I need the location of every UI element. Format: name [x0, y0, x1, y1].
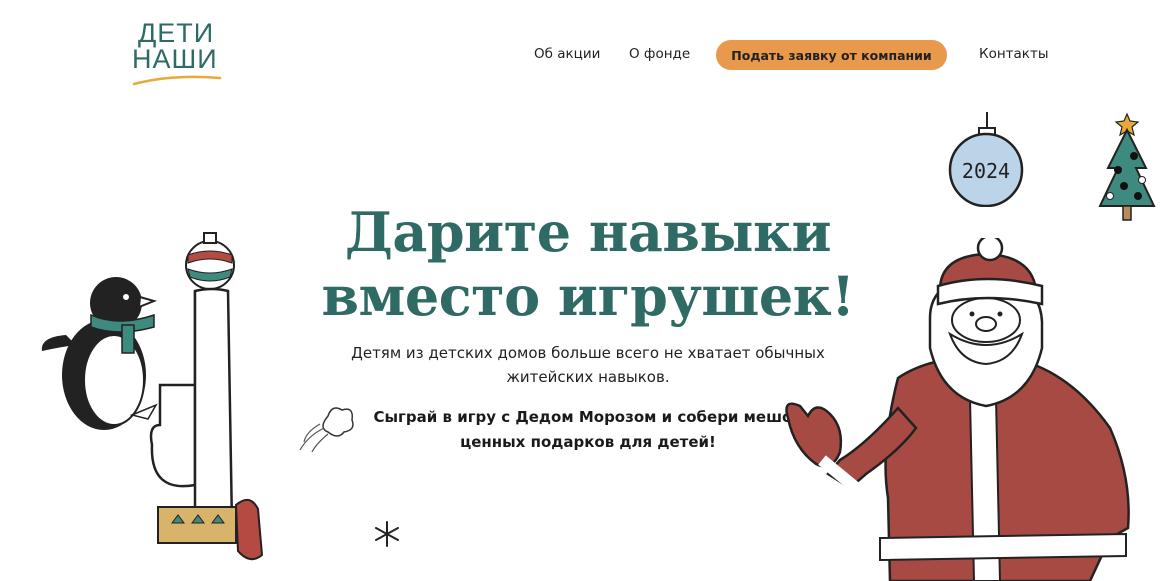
nav-link-fund[interactable]: О фонде — [629, 46, 690, 62]
giraffe-icon — [149, 232, 264, 561]
nav-link-contacts[interactable]: Контакты — [979, 46, 1048, 62]
christmas-tree-icon — [1098, 112, 1156, 221]
snowball-icon — [299, 407, 354, 453]
christmas-ball-icon: 2024 — [948, 112, 1024, 207]
nav-link-about[interactable]: Об акции — [534, 46, 600, 62]
hero-call-to-play: Сыграй в игру с Дедом Морозом и собери м… — [373, 408, 803, 451]
logo-swoosh-icon — [132, 75, 222, 86]
santa-icon — [785, 238, 1130, 581]
snowflake-icon — [375, 521, 399, 547]
hero-description: Детям из детских домов больше всего не х… — [351, 344, 825, 386]
ornament-year: 2024 — [962, 159, 1010, 183]
apply-company-button[interactable]: Подать заявку от компании — [716, 40, 947, 70]
main-nav: Об акции О фонде Подать заявку от компан… — [0, 40, 1176, 70]
